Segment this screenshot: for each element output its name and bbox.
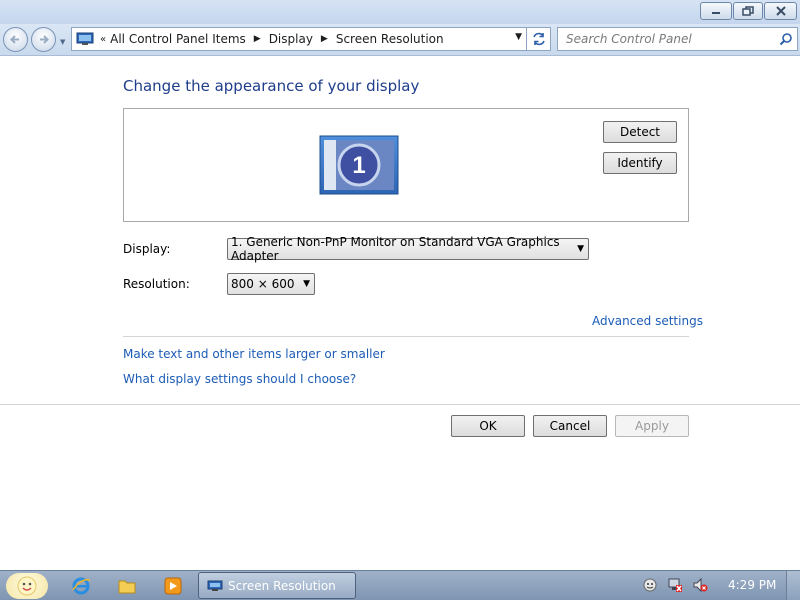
monitor-1-icon[interactable]: 1: [319, 135, 399, 195]
control-panel-icon: [76, 32, 94, 45]
close-button[interactable]: [764, 2, 797, 20]
address-bar[interactable]: « All Control Panel Items ▶ Display ▶ Sc…: [71, 27, 527, 51]
breadcrumb-overflow[interactable]: «: [100, 34, 106, 45]
taskbar: Screen Resolution 4:29 PM: [0, 570, 800, 600]
breadcrumb-separator-icon[interactable]: ▶: [254, 34, 261, 44]
cancel-button[interactable]: Cancel: [533, 415, 607, 437]
dropdown-arrow-icon: ▼: [303, 279, 310, 289]
title-bar: [0, 0, 800, 24]
resolution-label: Resolution:: [123, 277, 190, 291]
restore-icon: [742, 6, 754, 16]
ok-button[interactable]: OK: [451, 415, 525, 437]
breadcrumb-all-control-panel-items[interactable]: All Control Panel Items: [110, 32, 246, 46]
display-select-value: 1. Generic Non-PnP Monitor on Standard V…: [231, 235, 560, 263]
resolution-select[interactable]: 800 × 600 ▼: [227, 273, 315, 295]
internet-explorer-icon[interactable]: [70, 575, 92, 597]
search-input[interactable]: [558, 28, 768, 50]
search-box[interactable]: [557, 27, 798, 51]
apply-button[interactable]: Apply: [615, 415, 689, 437]
system-clock[interactable]: 4:29 PM: [728, 578, 776, 592]
detect-button[interactable]: Detect: [603, 121, 677, 143]
divider: [123, 336, 689, 337]
close-icon: [775, 6, 786, 16]
footer-divider: [0, 404, 800, 405]
minimize-button[interactable]: [700, 2, 732, 20]
text-size-link[interactable]: Make text and other items larger or smal…: [123, 347, 385, 361]
control-panel-icon: [207, 580, 223, 591]
volume-muted-icon[interactable]: [692, 577, 708, 593]
recent-pages-icon[interactable]: ▼: [60, 38, 65, 46]
monitor-number: 1: [352, 152, 365, 179]
forward-button[interactable]: [31, 27, 56, 52]
refresh-button[interactable]: [527, 27, 551, 51]
folder-icon[interactable]: [116, 575, 138, 597]
display-select[interactable]: 1. Generic Non-PnP Monitor on Standard V…: [227, 235, 589, 263]
identify-button[interactable]: Identify: [603, 152, 677, 174]
display-label: Display:: [123, 242, 171, 256]
refresh-icon: [532, 32, 545, 46]
network-icon[interactable]: [667, 577, 683, 593]
navigation-bar: ▼ « All Control Panel Items ▶ Display ▶ …: [0, 24, 800, 56]
back-button[interactable]: [3, 27, 28, 52]
messenger-icon[interactable]: [642, 577, 658, 593]
display-preview-area: 1 Detect Identify: [123, 108, 689, 222]
page-title: Change the appearance of your display: [123, 77, 420, 95]
task-label: Screen Resolution: [228, 578, 336, 593]
start-button[interactable]: [6, 573, 48, 599]
advanced-settings-link[interactable]: Advanced settings: [592, 314, 703, 328]
search-icon[interactable]: [779, 32, 793, 46]
minimize-icon: [712, 12, 720, 14]
display-help-link[interactable]: What display settings should I choose?: [123, 372, 356, 386]
address-dropdown-icon[interactable]: ▼: [515, 32, 522, 42]
dropdown-arrow-icon: ▼: [577, 244, 584, 254]
restore-button[interactable]: [733, 2, 763, 20]
resolution-select-value: 800 × 600: [231, 277, 295, 291]
media-player-icon[interactable]: [162, 575, 184, 597]
back-arrow-icon: [10, 35, 19, 44]
breadcrumb-separator-icon[interactable]: ▶: [321, 34, 328, 44]
start-orb-icon: [17, 576, 37, 596]
breadcrumb-display[interactable]: Display: [269, 32, 313, 46]
taskbar-item-screen-resolution[interactable]: Screen Resolution: [198, 572, 356, 599]
forward-arrow-icon: [40, 35, 49, 44]
breadcrumb-screen-resolution[interactable]: Screen Resolution: [336, 32, 444, 46]
show-desktop-button[interactable]: [786, 571, 800, 600]
